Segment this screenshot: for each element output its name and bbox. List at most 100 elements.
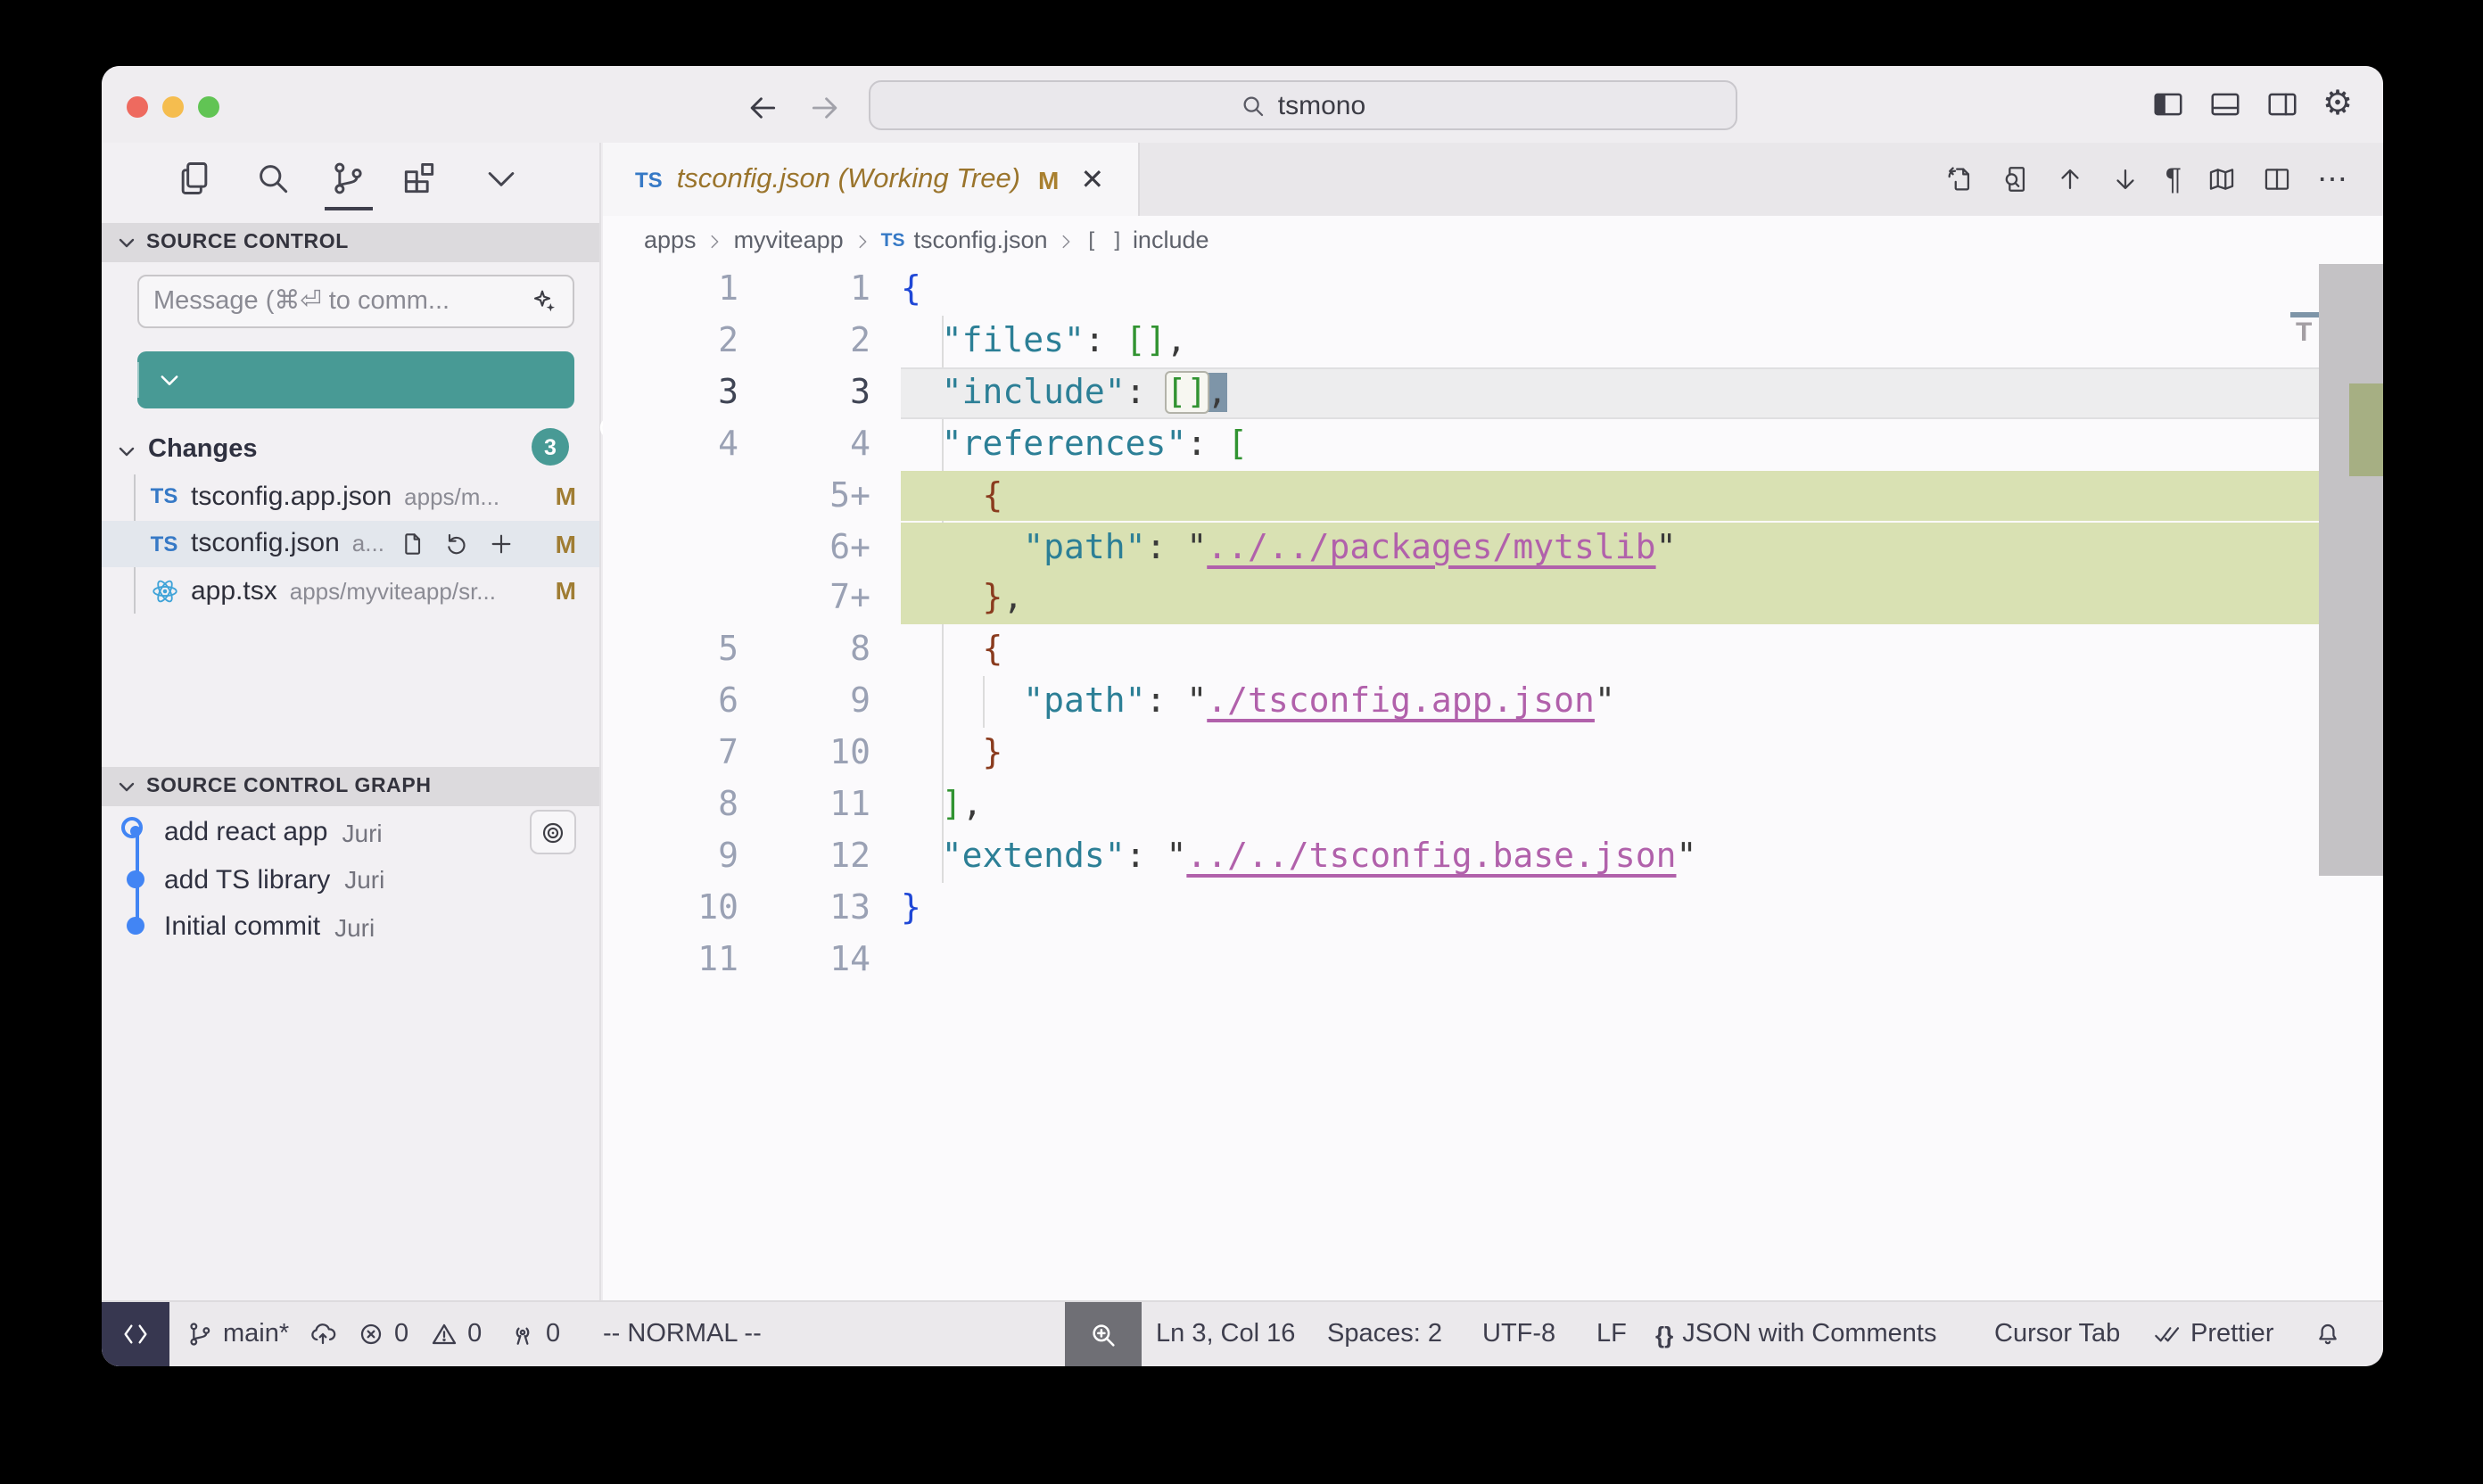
discard-changes-icon[interactable] xyxy=(443,530,472,558)
code-editor[interactable]: 11{22 "files": [],33 "include": [],44 "r… xyxy=(603,264,2383,1300)
editor-group: TS tsconfig.json (Working Tree) M ✕ ¶ ⋯ a… xyxy=(603,143,2383,1300)
code-token: ../../packages/mytslib xyxy=(1207,527,1655,566)
code-line[interactable]: 6+ "path": "../../packages/mytslib" xyxy=(603,522,2383,573)
code-line[interactable]: 1013} xyxy=(603,883,2383,935)
open-file-icon[interactable] xyxy=(399,530,427,558)
scrollbar-track[interactable] xyxy=(2319,264,2383,1300)
commit-dropdown-button[interactable] xyxy=(139,367,200,392)
code-line[interactable]: 69 "path": "./tsconfig.app.json" xyxy=(603,676,2383,728)
code-token: ../../tsconfig.base.json xyxy=(1186,837,1676,876)
language-mode-status[interactable]: {} JSON with Comments xyxy=(1655,1302,1937,1366)
changes-header[interactable]: Changes xyxy=(102,428,599,471)
section-title: SOURCE CONTROL GRAPH xyxy=(146,776,432,797)
commit-message-input[interactable]: Message (⌘⏎ to comm... xyxy=(137,275,574,328)
vim-mode-indicator[interactable]: -- NORMAL -- xyxy=(603,1302,762,1366)
code-line[interactable]: 1114 xyxy=(603,934,2383,985)
toggle-panel-icon[interactable] xyxy=(2208,87,2242,121)
zoom-window-button[interactable] xyxy=(198,96,219,118)
encoding-status[interactable]: UTF-8 xyxy=(1482,1302,1555,1366)
close-window-button[interactable] xyxy=(127,96,148,118)
navigate-forward-icon[interactable] xyxy=(808,91,842,125)
chevron-down-icon xyxy=(116,776,137,797)
indentation-status[interactable]: Spaces: 2 xyxy=(1327,1302,1442,1366)
cloud-upload-icon[interactable] xyxy=(309,1320,337,1348)
changed-file-row[interactable]: TStsconfig.jsona...M xyxy=(102,520,599,567)
notifications-status[interactable] xyxy=(2314,1302,2342,1366)
code-line[interactable]: 7+ }, xyxy=(603,573,2383,625)
scrollbar-slider[interactable] xyxy=(2319,264,2383,876)
tab-tsconfig-working-tree[interactable]: TS tsconfig.json (Working Tree) M ✕ xyxy=(603,143,1140,216)
commit-row[interactable]: Initial commitJuri xyxy=(102,903,599,951)
open-map-icon[interactable] xyxy=(2207,164,2237,194)
breadcrumb-item[interactable]: include xyxy=(1133,227,1209,253)
code-line[interactable]: 33 "include": [], xyxy=(603,367,2383,419)
close-tab-icon[interactable]: ✕ xyxy=(1080,161,1104,197)
tab-completion-status[interactable]: Cursor Tab xyxy=(1994,1302,2120,1366)
toggle-secondary-sidebar-icon[interactable] xyxy=(2265,87,2299,121)
minimize-window-button[interactable] xyxy=(162,96,184,118)
code-token: "path" xyxy=(901,681,1146,721)
more-views-icon[interactable] xyxy=(482,159,521,198)
branch-status[interactable]: main* xyxy=(186,1302,337,1366)
code-token: "include" xyxy=(901,373,1126,412)
remote-indicator[interactable] xyxy=(102,1302,169,1366)
old-line-number: 7 xyxy=(603,728,738,779)
explorer-icon[interactable] xyxy=(175,159,214,198)
code-line[interactable]: 11{ xyxy=(603,264,2383,316)
search-value: tsmono xyxy=(1278,90,1365,120)
code-token: [] xyxy=(1126,321,1167,360)
open-preview-icon[interactable] xyxy=(2000,164,2030,194)
source-control-section-header[interactable]: SOURCE CONTROL xyxy=(102,223,599,262)
code-text: { xyxy=(901,625,1002,677)
toggle-primary-sidebar-icon[interactable] xyxy=(2151,87,2185,121)
render-whitespace-icon[interactable]: ¶ xyxy=(2165,164,2182,194)
old-line-number: 9 xyxy=(603,831,738,883)
section-title: SOURCE CONTROL xyxy=(146,232,349,253)
settings-gear-icon[interactable]: ⚙ xyxy=(2322,87,2356,121)
sparkle-icon[interactable] xyxy=(530,287,558,316)
changed-file-row[interactable]: TStsconfig.app.jsonapps/m...M xyxy=(102,473,599,520)
file-name: app.tsx xyxy=(191,576,277,606)
navigate-back-icon[interactable] xyxy=(746,91,780,125)
search-icon[interactable] xyxy=(253,159,293,198)
cursor-position-status[interactable]: Ln 3, Col 16 xyxy=(1156,1302,1295,1366)
code-text: } xyxy=(901,883,921,935)
modified-badge: M xyxy=(556,530,576,558)
file-path: a... xyxy=(352,531,384,557)
editor-layout-icon[interactable] xyxy=(400,159,439,198)
code-line[interactable]: 710 } xyxy=(603,728,2383,779)
code-line[interactable]: 22 "files": [], xyxy=(603,316,2383,367)
code-line[interactable]: 811 ], xyxy=(603,779,2383,831)
command-center-search[interactable]: tsmono xyxy=(869,80,1737,130)
array-symbol-icon: [ ] xyxy=(1085,227,1124,252)
breadcrumb-item[interactable]: tsconfig.json xyxy=(913,227,1047,253)
eol-status[interactable]: LF xyxy=(1596,1302,1627,1366)
previous-change-icon[interactable] xyxy=(2055,164,2085,194)
source-control-icon[interactable] xyxy=(328,159,367,198)
commit-row[interactable]: add react appJuri xyxy=(102,808,599,856)
next-change-icon[interactable] xyxy=(2110,164,2141,194)
code-token: " xyxy=(1166,837,1186,876)
commit-button[interactable]: Commit xyxy=(137,351,574,408)
split-editor-icon[interactable] xyxy=(2262,164,2292,194)
problems-status[interactable]: 0 0 xyxy=(357,1302,482,1366)
formatter-status[interactable]: Prettier xyxy=(2153,1302,2274,1366)
source-control-graph-header[interactable]: SOURCE CONTROL GRAPH xyxy=(102,767,599,806)
old-line-number: 10 xyxy=(603,883,738,935)
ports-status[interactable]: 0 xyxy=(508,1302,560,1366)
goto-commit-button[interactable] xyxy=(530,810,576,854)
open-changes-icon[interactable] xyxy=(1944,164,1975,194)
more-actions-icon[interactable]: ⋯ xyxy=(2317,164,2347,194)
file-name: tsconfig.json xyxy=(191,529,340,559)
stage-changes-icon[interactable] xyxy=(488,530,516,558)
code-line[interactable]: 44 "references": [ xyxy=(603,418,2383,470)
code-token: " xyxy=(1595,681,1615,721)
breadcrumb-item[interactable]: myviteapp xyxy=(734,227,844,253)
code-line[interactable]: 912 "extends": "../../tsconfig.base.json… xyxy=(603,831,2383,883)
code-line[interactable]: 5+ { xyxy=(603,470,2383,522)
code-line[interactable]: 58 { xyxy=(603,625,2383,677)
zoom-indicator[interactable] xyxy=(1065,1302,1142,1366)
commit-row[interactable]: add TS libraryJuri xyxy=(102,855,599,903)
changed-file-row[interactable]: app.tsxapps/myviteapp/sr...M xyxy=(102,567,599,614)
breadcrumb-item[interactable]: apps xyxy=(644,227,697,253)
